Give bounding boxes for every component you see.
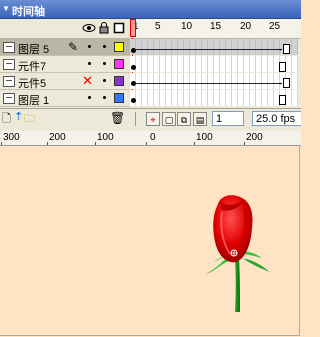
end-frame[interactable]: [283, 78, 290, 88]
tween-arrow: [134, 49, 282, 50]
add-folder-icon[interactable]: 🗀: [24, 110, 35, 129]
lock-icon[interactable]: [97, 21, 111, 35]
frame-number: 15: [210, 21, 222, 32]
frame-strip[interactable]: [130, 39, 298, 55]
outline-color-swatch[interactable]: [114, 76, 124, 86]
keyframe[interactable]: [131, 65, 136, 70]
collapse-arrow-icon[interactable]: ▼: [2, 4, 10, 13]
layer-icon: [3, 59, 15, 70]
layer-name: 元件5: [18, 78, 47, 90]
arrow-head-icon: →: [274, 77, 283, 87]
ruler-tick-label: 200: [49, 132, 66, 143]
trash-icon[interactable]: 🗑: [110, 111, 125, 125]
panel-title: 时间轴: [12, 6, 45, 18]
add-motion-guide-icon[interactable]: ⇡: [14, 110, 23, 123]
hidden-x-icon[interactable]: ✕: [82, 73, 93, 89]
ruler-tick-label: 200: [246, 132, 263, 143]
layer-row[interactable]: 图层 5 ✎: [0, 39, 130, 56]
layer-row[interactable]: 元件5 ✕: [0, 73, 130, 90]
lock-dot[interactable]: [103, 62, 106, 65]
keyframe[interactable]: [131, 98, 136, 103]
frame-number: 20: [240, 21, 252, 32]
frame-ruler[interactable]: 1 5 10 15 20 25: [130, 19, 301, 39]
layer-icon: [3, 93, 15, 104]
onion-skin-button[interactable]: ▢: [162, 112, 176, 126]
outline-icon[interactable]: [112, 21, 126, 35]
divider: [135, 112, 136, 126]
layer-name: 图层 1: [18, 95, 50, 107]
lock-dot[interactable]: [103, 96, 106, 99]
current-frame-field[interactable]: 1: [212, 111, 244, 126]
tween-arrow: [134, 83, 282, 84]
frame-strip[interactable]: [130, 56, 298, 72]
ruler-tick-label: 100: [97, 132, 114, 143]
frame-number: 25: [269, 21, 281, 32]
layer-row[interactable]: 元件7: [0, 56, 130, 73]
ruler-tick-label: 300: [3, 132, 20, 143]
lock-dot[interactable]: [103, 45, 106, 48]
rose-bud-image[interactable]: [198, 192, 278, 314]
end-frame[interactable]: [283, 44, 290, 54]
stage-ruler: 300 200 100 0 100 200: [0, 131, 301, 146]
visibility-dot[interactable]: [88, 96, 91, 99]
center-frame-button[interactable]: ⌖: [146, 112, 160, 126]
eye-icon[interactable]: [82, 21, 96, 35]
add-layer-icon[interactable]: 🗋: [2, 110, 11, 129]
onion-skin-outlines-button[interactable]: ⧉: [177, 112, 191, 126]
frame-strip[interactable]: [130, 90, 298, 106]
layer-icon: [3, 76, 15, 87]
frame-rate-field[interactable]: 25.0 fps: [252, 111, 301, 126]
outline-color-swatch[interactable]: [114, 59, 124, 69]
visibility-dot[interactable]: [88, 45, 91, 48]
timeline-header[interactable]: [0, 0, 301, 19]
frame-strip[interactable]: [130, 73, 298, 89]
playhead[interactable]: [130, 19, 136, 37]
pencil-icon: ✎: [68, 40, 79, 54]
outline-color-swatch[interactable]: [114, 93, 124, 103]
layer-icon: [3, 42, 15, 53]
layer-name: 图层 5: [18, 44, 50, 56]
ruler-tick-label: 0: [150, 132, 156, 143]
edit-multiple-frames-button[interactable]: ▤: [193, 112, 207, 126]
arrow-head-icon: →: [274, 43, 283, 53]
end-frame[interactable]: [279, 95, 286, 105]
frame-number: 10: [181, 21, 193, 32]
lock-dot[interactable]: [103, 79, 106, 82]
frame-number: 5: [155, 21, 161, 32]
ruler-tick-label: 100: [196, 132, 213, 143]
outline-color-swatch[interactable]: [114, 42, 124, 52]
visibility-dot[interactable]: [88, 62, 91, 65]
end-frame[interactable]: [279, 62, 286, 72]
layer-row[interactable]: 图层 1: [0, 90, 130, 107]
layer-name: 元件7: [18, 61, 47, 73]
